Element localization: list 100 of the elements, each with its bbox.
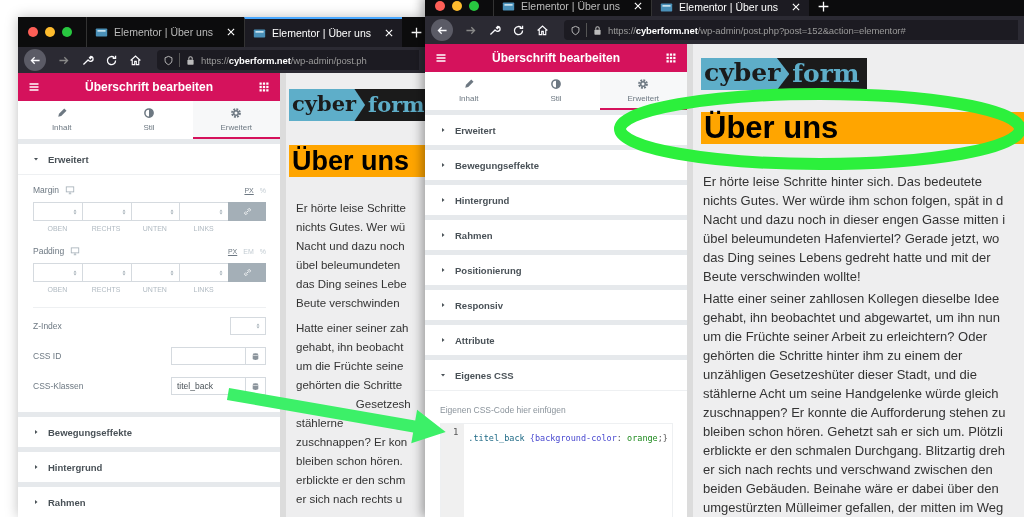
panel-title: Überschrift bearbeiten: [490, 51, 621, 65]
panel-resize-handle[interactable]: [280, 73, 286, 517]
text-line: übel beleumundeten: [296, 258, 401, 273]
section-header[interactable]: Erweitert: [425, 115, 687, 145]
caret-icon: [439, 161, 447, 169]
close-button[interactable]: [28, 27, 38, 37]
caret-icon: [439, 266, 447, 274]
caret-icon: [32, 428, 40, 436]
home-icon[interactable]: [536, 23, 549, 37]
site-icon: [660, 0, 673, 14]
maximize-button[interactable]: [469, 1, 479, 11]
browser-tab[interactable]: Elementor | Über uns: [244, 17, 402, 47]
address-field[interactable]: https://cyberform.net/wp-admin/post.php?post=152&action=elementor#: [564, 20, 1018, 40]
text-line: Gesetzesh: [355, 397, 411, 412]
text-line: um die Früchte seine: [296, 359, 404, 374]
contrast-icon: [143, 106, 155, 119]
text-line: bleiben schon hören. Gehetzt sah er sich um. Plötzli: [703, 423, 1003, 441]
panel-tab[interactable]: Stil: [512, 72, 600, 110]
pencil-icon: [55, 106, 68, 119]
section-header[interactable]: Responsiv: [425, 290, 687, 320]
section-header[interactable]: Positionierung: [425, 255, 687, 285]
database-icon: [251, 351, 260, 361]
close-icon[interactable]: [226, 27, 236, 37]
section-header[interactable]: Erweitert: [18, 144, 280, 174]
number-input[interactable]: [130, 263, 180, 282]
text-line: erblickte er den schm: [296, 473, 406, 488]
number-input[interactable]: [230, 317, 266, 335]
link-icon: [242, 207, 252, 216]
caret-icon: [439, 231, 447, 239]
section-header[interactable]: Hintergrund: [18, 452, 280, 482]
number-input[interactable]: [33, 263, 82, 282]
code-line: .titel_back {background-color: orange;}: [468, 433, 668, 443]
text-line: gehabt, ihn beobacht: [296, 340, 404, 355]
text-line: das Ding seines Lebe: [296, 277, 407, 292]
close-icon[interactable]: [384, 28, 394, 38]
section-header[interactable]: Rahmen: [425, 220, 687, 250]
number-input[interactable]: [179, 202, 228, 221]
settings-icon: [230, 106, 243, 119]
text-line: gehabt, ihn beobachtet und abgewartet, um ihn nun: [703, 309, 1001, 327]
number-input[interactable]: [179, 263, 228, 282]
dynamic-button[interactable]: [246, 347, 266, 365]
home-icon[interactable]: [129, 53, 142, 67]
section-header[interactable]: Bewegungseffekte: [425, 150, 687, 180]
panel-tab[interactable]: Inhalt: [425, 72, 513, 110]
maximize-button[interactable]: [62, 27, 72, 37]
pencil-icon: [462, 77, 475, 90]
back-button[interactable]: [431, 19, 453, 41]
lock-icon: [592, 24, 603, 36]
back-button[interactable]: [24, 49, 46, 71]
control-label: Margin: [33, 185, 59, 195]
section-header[interactable]: Attribute: [425, 325, 687, 355]
site-icon: [95, 25, 108, 39]
menu-icon[interactable]: [28, 81, 40, 93]
panel-tab[interactable]: Stil: [105, 101, 193, 139]
number-input[interactable]: [33, 202, 82, 221]
text-line: zuschnappen? Er kon: [296, 435, 408, 450]
section-header[interactable]: Rahmen: [18, 487, 280, 517]
wrench-icon[interactable]: [81, 53, 94, 67]
grid-icon[interactable]: [665, 52, 677, 64]
browser-tab[interactable]: Elementor | Über uns: [651, 0, 809, 16]
stepper-icon: [254, 322, 262, 330]
text-input[interactable]: [171, 347, 246, 365]
text-line: Er hörte leise Schritte hinter sich. Das bedeutete: [703, 173, 982, 191]
number-input[interactable]: [81, 263, 131, 282]
panel-resize-handle[interactable]: [687, 44, 693, 517]
panel-tab[interactable]: Erweitert: [192, 101, 280, 139]
text-line: umgestürzten Mülleimer gefallen, der mitten im Weg: [703, 499, 1004, 517]
section-header[interactable]: Bewegungseffekte: [18, 417, 280, 447]
panel-tab[interactable]: Inhalt: [18, 101, 106, 139]
control-label: CSS ID: [33, 351, 62, 361]
new-tab-icon[interactable]: [817, 0, 830, 13]
line-number: 1: [452, 427, 459, 439]
number-input[interactable]: [81, 202, 131, 221]
text-line: Hatte einer seiner zahllosen Kollegen dieselbe Idee: [703, 290, 1000, 308]
close-button[interactable]: [435, 1, 445, 11]
number-input[interactable]: [130, 202, 180, 221]
wrench-icon[interactable]: [488, 23, 501, 37]
close-icon[interactable]: [791, 2, 801, 12]
code-editor[interactable]: 1 .titel_back {background-color: orange;}: [440, 423, 673, 517]
text-line: Beute verschwinden wollte!: [703, 268, 861, 286]
close-icon[interactable]: [633, 1, 643, 11]
menu-icon[interactable]: [435, 52, 447, 64]
site-logo: cyber form: [289, 89, 425, 121]
text-line: stählerne Acht um seine Handgelenke würde gleich: [703, 385, 999, 403]
reload-icon[interactable]: [105, 53, 118, 67]
text-line: Nacht und dazu noch: [296, 239, 405, 254]
text-line: bleiben schon hören.: [296, 454, 403, 469]
settings-icon: [637, 77, 650, 90]
section-header[interactable]: Eigenes CSS: [425, 360, 687, 390]
reload-icon[interactable]: [512, 23, 525, 37]
text-line: beiden Gebäuden. Beinahe wäre er dabei über den: [703, 480, 999, 498]
section-header[interactable]: Hintergrund: [425, 185, 687, 215]
text-line: Beute verschwinden: [296, 296, 400, 311]
grid-icon[interactable]: [258, 81, 270, 93]
text-line: nichts Gutes. Wer würde ihm schon folgen, spät in d: [703, 192, 1004, 210]
minimize-button[interactable]: [452, 1, 462, 11]
new-tab-icon[interactable]: [410, 25, 423, 39]
address-field[interactable]: https://cyberform.net/wp-admin/post.ph: [157, 50, 419, 70]
page-heading: Über uns: [701, 112, 1024, 144]
minimize-button[interactable]: [45, 27, 55, 37]
